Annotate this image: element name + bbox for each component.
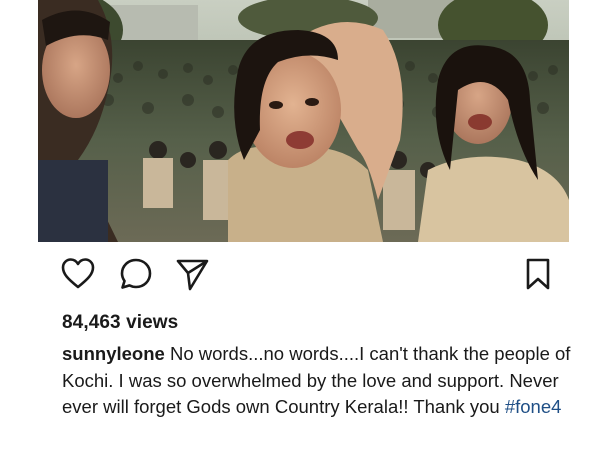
caption-username[interactable]: sunnyleone: [62, 343, 165, 364]
post-photo: [38, 0, 569, 242]
post-action-bar: [38, 248, 569, 300]
instagram-post: 84,463 views sunnyleone No words...no wo…: [0, 0, 600, 450]
post-media[interactable]: [38, 0, 569, 242]
caption-hashtag[interactable]: #fone4: [505, 396, 562, 417]
comment-icon[interactable]: [118, 256, 154, 292]
heart-icon[interactable]: [60, 256, 96, 292]
post-caption: sunnyleone No words...no words....I can'…: [62, 341, 572, 421]
bookmark-icon[interactable]: [520, 256, 556, 292]
view-count: 84,463 views: [62, 312, 179, 333]
send-icon[interactable]: [174, 256, 210, 292]
